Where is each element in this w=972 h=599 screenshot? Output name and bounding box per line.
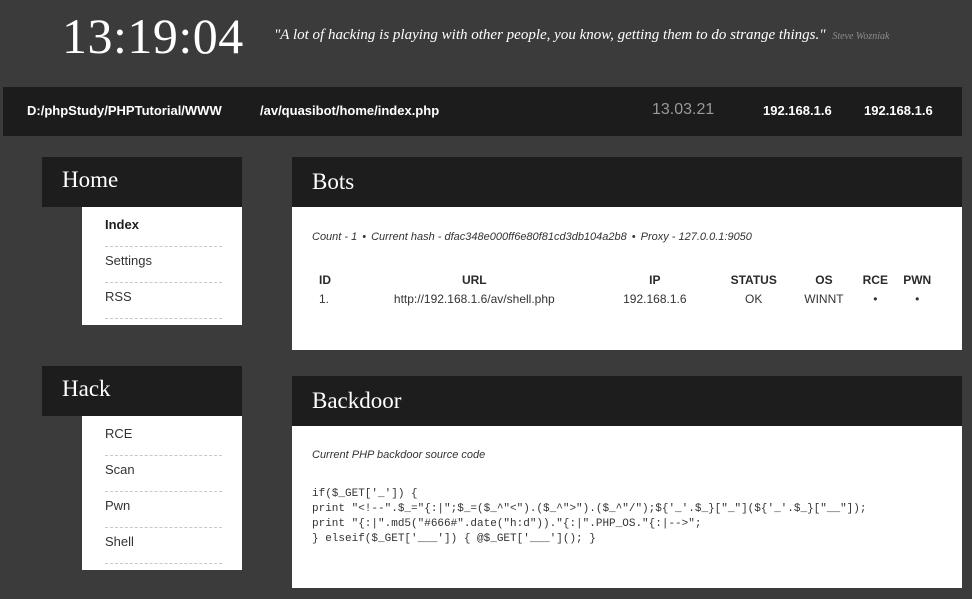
client-ip: 192.168.1.6	[864, 103, 933, 118]
bots-table: ID URL IP STATUS OS RCE PWN 1. http://19…	[312, 273, 940, 306]
proxy-address: Proxy - 127.0.0.1:9050	[641, 231, 752, 243]
bot-rce-link[interactable]: •	[856, 292, 894, 306]
backdoor-panel: Backdoor Current PHP backdoor source cod…	[292, 376, 962, 588]
bots-body: Count - 1 • Current hash - dfac348e000ff6e…	[292, 207, 962, 350]
menu-item-settings[interactable]: Settings	[105, 247, 222, 283]
home-menu-list: Index Settings RSS	[82, 207, 242, 325]
page: 13:19:04 "A lot of hacking is playing wi…	[0, 0, 972, 599]
clock: 13:19:04	[62, 8, 244, 64]
bots-title: Bots	[292, 157, 962, 207]
bot-id: 1.	[312, 292, 355, 306]
summary-separator: •	[362, 231, 366, 243]
bot-url: http://192.168.1.6/av/shell.php	[355, 292, 594, 306]
script-url: /av/quasibot/home/index.php	[260, 103, 439, 118]
backdoor-body: Current PHP backdoor source code if($_GE…	[292, 426, 962, 588]
menu-item-shell[interactable]: Shell	[105, 528, 222, 564]
current-hash: Current hash - dfac348e000ff6e80f81cd3db…	[371, 231, 627, 243]
home-menu: Home Index Settings RSS	[42, 157, 242, 325]
hack-menu-title: Hack	[42, 366, 242, 416]
col-header-ip: IP	[594, 273, 716, 292]
quote: "A lot of hacking is playing with other …	[274, 27, 889, 44]
bot-ip: 192.168.1.6	[594, 292, 716, 306]
backdoor-title: Backdoor	[292, 376, 962, 426]
menu-item-scan[interactable]: Scan	[105, 456, 222, 492]
current-date: 13.03.21	[652, 101, 714, 119]
backdoor-source-code: if($_GET['_']) { print "<!--".$_="{:|";$…	[312, 487, 942, 547]
quote-text: "A lot of hacking is playing with other …	[274, 27, 826, 43]
home-menu-title: Home	[42, 157, 242, 207]
table-row[interactable]: 1. http://192.168.1.6/av/shell.php 192.1…	[312, 292, 940, 306]
bot-status: OK	[716, 292, 792, 306]
menu-item-rce[interactable]: RCE	[105, 420, 222, 456]
bots-panel: Bots Count - 1 • Current hash - dfac348e00…	[292, 157, 962, 350]
server-ip: 192.168.1.6	[763, 103, 832, 118]
menu-item-index[interactable]: Index	[105, 211, 222, 247]
col-header-os: OS	[792, 273, 857, 292]
menu-item-pwn[interactable]: Pwn	[105, 492, 222, 528]
col-header-rce: RCE	[856, 273, 894, 292]
bots-summary: Count - 1 • Current hash - dfac348e000ff6e…	[312, 231, 942, 243]
col-header-pwn: PWN	[894, 273, 940, 292]
info-bar: D:/phpStudy/PHPTutorial/WWW /av/quasibot…	[3, 87, 962, 136]
bot-count: Count - 1	[312, 231, 357, 243]
hack-menu: Hack RCE Scan Pwn Shell	[42, 366, 242, 570]
table-header-row: ID URL IP STATUS OS RCE PWN	[312, 273, 940, 292]
summary-separator: •	[632, 231, 636, 243]
backdoor-caption: Current PHP backdoor source code	[312, 449, 942, 461]
quote-author: Steve Wozniak	[832, 31, 889, 42]
col-header-url: URL	[355, 273, 594, 292]
bot-pwn-link[interactable]: •	[894, 292, 940, 306]
menu-item-rss[interactable]: RSS	[105, 283, 222, 319]
col-header-status: STATUS	[716, 273, 792, 292]
server-path: D:/phpStudy/PHPTutorial/WWW	[27, 103, 222, 118]
bot-os: WINNT	[792, 292, 857, 306]
hack-menu-list: RCE Scan Pwn Shell	[82, 416, 242, 570]
col-header-id: ID	[312, 273, 355, 292]
